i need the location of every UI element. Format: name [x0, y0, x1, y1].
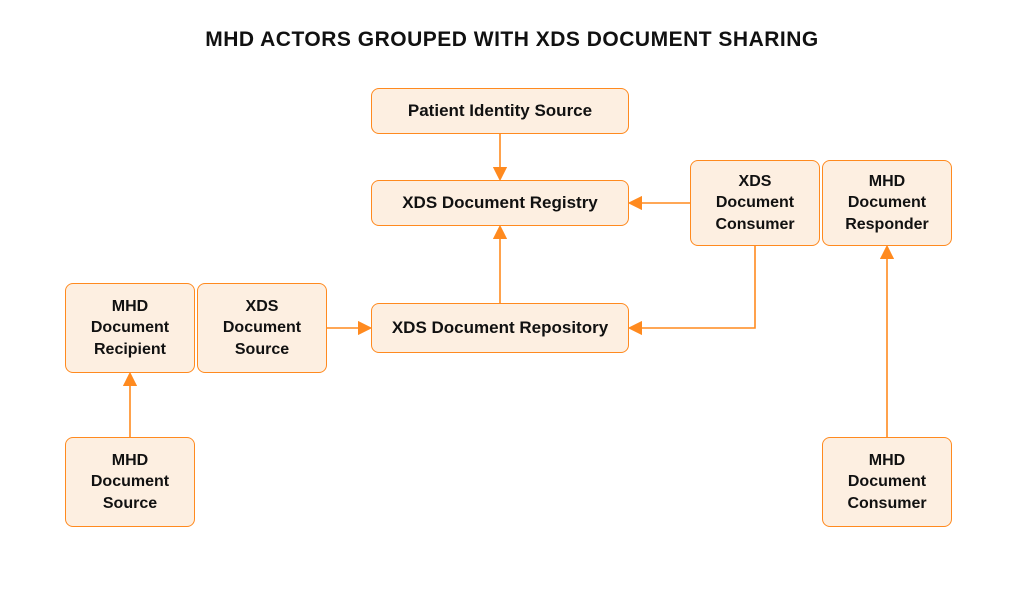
arrow-consumer-to-repository	[631, 246, 755, 328]
diagram-canvas: MHD ACTORS GROUPED WITH XDS DOCUMENT SHA…	[0, 0, 1024, 591]
node-xds-document-registry: XDS Document Registry	[371, 180, 629, 226]
node-mhd-document-source: MHD Document Source	[65, 437, 195, 527]
node-mhd-document-recipient: MHD Document Recipient	[65, 283, 195, 373]
node-mhd-document-consumer: MHD Document Consumer	[822, 437, 952, 527]
node-patient-identity-source: Patient Identity Source	[371, 88, 629, 134]
diagram-title: MHD ACTORS GROUPED WITH XDS DOCUMENT SHA…	[0, 28, 1024, 52]
node-xds-document-repository: XDS Document Repository	[371, 303, 629, 353]
node-xds-document-consumer: XDS Document Consumer	[690, 160, 820, 246]
node-xds-document-source: XDS Document Source	[197, 283, 327, 373]
node-mhd-document-responder: MHD Document Responder	[822, 160, 952, 246]
